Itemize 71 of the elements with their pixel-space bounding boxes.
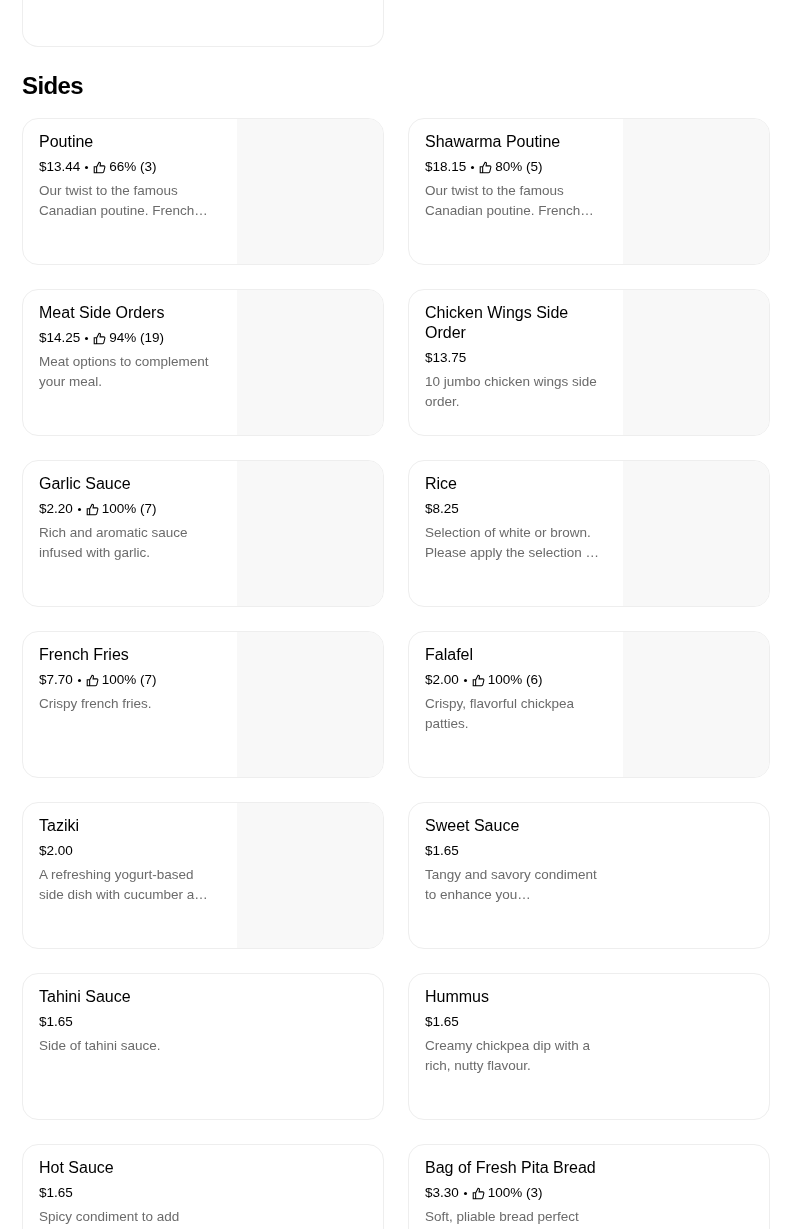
thumbs-up-icon — [93, 160, 107, 174]
item-description: Tangy and savory condiment to enhance you… — [425, 866, 598, 904]
item-name: Meat Side Orders — [39, 303, 166, 323]
item-price: $14.25 — [39, 329, 81, 347]
item-price: $3.30 — [425, 1184, 459, 1202]
item-name: Rice — [425, 474, 458, 494]
item-rating: 100% (7) — [101, 671, 157, 689]
item-rating: 66% (3) — [109, 158, 157, 176]
item-price: $1.65 — [39, 1013, 73, 1031]
item-description: Soft, pliable bread perfect — [425, 1208, 580, 1226]
menu-card[interactable]: Meat Side Orders $14.25 94% (19) Meat options to complement your meal. — [22, 289, 384, 436]
item-name: Hot Sauce — [39, 1158, 115, 1178]
menu-card[interactable]: Hot Sauce $1.65 Spicy condiment to add — [22, 1144, 384, 1229]
item-rating: 94% (19) — [109, 329, 165, 347]
item-description: Our twist to the famous Canadian poutine. French… — [425, 182, 595, 220]
item-rating: 80% (5) — [495, 158, 543, 176]
thumbs-up-icon — [471, 1186, 485, 1200]
item-description: Crispy french fries. — [39, 695, 153, 713]
item-description: Our twist to the famous Canadian poutine. French… — [39, 182, 209, 220]
menu-card[interactable]: Sweet Sauce $1.65 Tangy and savory condiment to enhance you… — [408, 802, 770, 949]
item-name: Sweet Sauce — [425, 816, 521, 836]
menu-card[interactable]: Taziki $2.00 A refreshing yogurt-based side dish with cucumber a… — [22, 802, 384, 949]
thumbs-up-icon — [93, 331, 107, 345]
item-name: French Fries — [39, 645, 130, 665]
menu-card[interactable]: Tahini Sauce $1.65 Side of tahini sauce. — [22, 973, 384, 1120]
item-price: $13.75 — [425, 349, 467, 367]
item-description: Selection of white or brown. Please apply the selection … — [425, 524, 601, 562]
section-heading: Sides — [22, 71, 85, 101]
item-description: Creamy chickpea dip with a rich, nutty flavour. — [425, 1037, 592, 1075]
menu-card[interactable]: Shawarma Poutine $18.15 80% (5) Our twist to the famous Canadian poutine. French… — [408, 118, 770, 265]
item-name: Garlic Sauce — [39, 474, 132, 494]
item-description: 10 jumbo chicken wings side order. — [425, 373, 598, 411]
menu-card[interactable]: French Fries $7.70 100% (7) Crispy french fries. — [22, 631, 384, 778]
item-price: $13.44 — [39, 158, 81, 176]
item-name: Bag of Fresh Pita Bread — [425, 1158, 597, 1178]
item-price: $7.70 — [39, 671, 73, 689]
item-name: Shawarma Poutine — [425, 132, 562, 152]
item-price: $18.15 — [425, 158, 467, 176]
item-price: $8.25 — [425, 500, 459, 518]
item-name: Tahini Sauce — [39, 987, 132, 1007]
item-rating: 100% (7) — [101, 500, 157, 518]
item-price: $1.65 — [39, 1184, 73, 1202]
item-name: Poutine — [39, 132, 95, 152]
item-description: Side of tahini sauce. — [39, 1037, 162, 1055]
item-price: $2.00 — [425, 671, 459, 689]
item-name: Falafel — [425, 645, 475, 665]
item-name: Taziki — [39, 816, 80, 836]
item-description: Crispy, flavorful chickpea patties. — [425, 695, 576, 733]
item-rating: 100% (6) — [487, 671, 543, 689]
item-price: $2.20 — [39, 500, 73, 518]
item-description: A refreshing yogurt-based side dish with cucumber a… — [39, 866, 209, 904]
menu-card[interactable]: Rice $8.25 Selection of white or brown. Please apply the selection … — [408, 460, 770, 607]
menu-card[interactable]: Poutine $13.44 66% (3) Our twist to the famous Canadian poutine. French… — [22, 118, 384, 265]
item-price: $1.65 — [425, 1013, 459, 1031]
item-price: $2.00 — [39, 842, 73, 860]
menu-card[interactable]: Garlic Sauce $2.20 100% (7) Rich and aromatic sauce infused with garlic. — [22, 460, 384, 607]
item-description: Meat options to complement your meal. — [39, 353, 210, 391]
item-name: Chicken Wings Side Order — [425, 303, 570, 343]
item-name: Hummus — [425, 987, 490, 1007]
thumbs-up-icon — [85, 673, 99, 687]
thumbs-up-icon — [471, 673, 485, 687]
item-rating: 100% (3) — [487, 1184, 543, 1202]
item-description: Rich and aromatic sauce infused with garlic. — [39, 524, 189, 562]
item-description: Spicy condiment to add — [39, 1208, 181, 1226]
item-price: $1.65 — [425, 842, 459, 860]
thumbs-up-icon — [85, 502, 99, 516]
thumbs-up-icon — [479, 160, 493, 174]
menu-card[interactable]: Bag of Fresh Pita Bread $3.30 100% (3) Soft, pliable bread perfect — [408, 1144, 770, 1229]
menu-card[interactable]: Hummus $1.65 Creamy chickpea dip with a rich, nutty flavour. — [408, 973, 770, 1120]
menu-card[interactable]: Chicken Wings Side Order $13.75 10 jumbo chicken wings side order. — [408, 289, 770, 436]
menu-card[interactable]: Falafel $2.00 100% (6) Crispy, flavorful chickpea patties. — [408, 631, 770, 778]
